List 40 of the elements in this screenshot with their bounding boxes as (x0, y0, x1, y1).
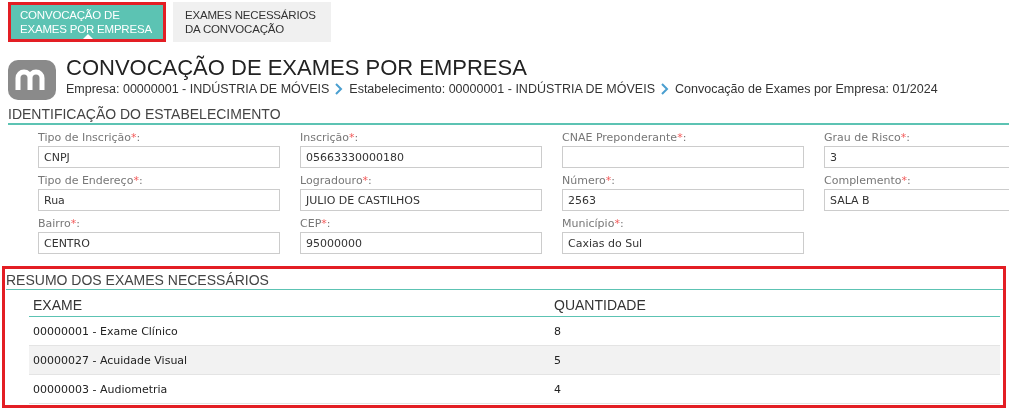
table-cell: 8 (550, 316, 1000, 346)
table-cell: 00000003 - Audiometria (29, 374, 550, 404)
table-cell: 00000027 - Acuidade Visual (29, 345, 550, 375)
field-label: Número*: (562, 174, 616, 189)
table-cell: 5 (550, 345, 1000, 375)
input-field[interactable]: 05663330000180 (300, 146, 542, 168)
field-label: Município*: (562, 217, 625, 232)
field-label: Logradouro*: (300, 174, 373, 189)
field-label: Tipo de Inscrição*: (38, 131, 142, 146)
column-header: EXAME (29, 290, 550, 317)
table-cell: 00000001 - Exame Clínico (29, 316, 550, 346)
section-title: IDENTIFICAÇÃO DO ESTABELECIMENTO (8, 106, 1009, 125)
logo-icon (8, 60, 56, 100)
tab[interactable]: EXAMES NECESSÁRIOS DA CONVOCAÇÃO (173, 2, 331, 42)
field-label: Bairro*: (38, 217, 81, 232)
table-cell: 4 (550, 374, 1000, 404)
field-label: Inscrição*: (300, 131, 360, 146)
breadcrumb-item[interactable]: Estabelecimento: 00000001 - INDÚSTRIA DE MÓVEIS (349, 82, 655, 96)
input-field[interactable]: 2563 (562, 189, 804, 211)
field-label: CNAE Preponderante*: (562, 131, 688, 146)
chevron-icon (335, 83, 344, 95)
input-field[interactable]: 95000000 (300, 232, 542, 254)
input-field[interactable]: Rua (38, 189, 280, 211)
field-label: Tipo de Endereço*: (38, 174, 144, 189)
field-label: Grau de Risco*: (824, 131, 911, 146)
input-field[interactable]: JULIO DE CASTILHOS (300, 189, 542, 211)
input-field[interactable]: CNPJ (38, 146, 280, 168)
input-field[interactable]: Caxias do Sul (562, 232, 804, 254)
page-title: CONVOCAÇÃO DE EXAMES POR EMPRESA (66, 56, 528, 80)
chevron-icon (661, 83, 669, 95)
field-label: Complemento*: (824, 174, 912, 189)
input-field[interactable]: CENTRO (38, 232, 280, 254)
column-header: QUANTIDADE (550, 290, 1000, 317)
field-label: CEP*: (300, 217, 332, 232)
breadcrumb-item[interactable]: Empresa: 00000001 - INDÚSTRIA DE MÓVEIS (66, 82, 330, 96)
breadcrumb-item[interactable]: Convocação de Exames por Empresa: 01/2024 (675, 82, 938, 96)
input-field[interactable]: SALA B (824, 189, 1009, 211)
input-field[interactable]: 3 (824, 146, 1009, 168)
section-title: RESUMO DOS EXAMES NECESSÁRIOS (6, 272, 1003, 290)
input-field[interactable] (562, 146, 804, 168)
